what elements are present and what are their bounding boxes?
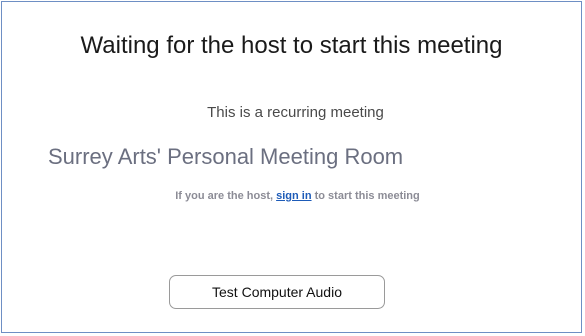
meeting-room-name: Surrey Arts' Personal Meeting Room — [48, 144, 404, 169]
host-hint-suffix: to start this meeting — [311, 190, 420, 202]
host-sign-in-hint: If you are the host, sign in to start th… — [2, 190, 581, 202]
test-computer-audio-button[interactable]: Test Computer Audio — [169, 275, 385, 309]
recurring-meeting-label: This is a recurring meeting — [207, 104, 384, 121]
waiting-room-panel: Waiting for the host to start this meeti… — [1, 1, 582, 333]
waiting-status-title: Waiting for the host to start this meeti… — [80, 32, 503, 59]
sign-in-link[interactable]: sign in — [276, 190, 311, 202]
host-hint-prefix: If you are the host, — [175, 190, 277, 202]
